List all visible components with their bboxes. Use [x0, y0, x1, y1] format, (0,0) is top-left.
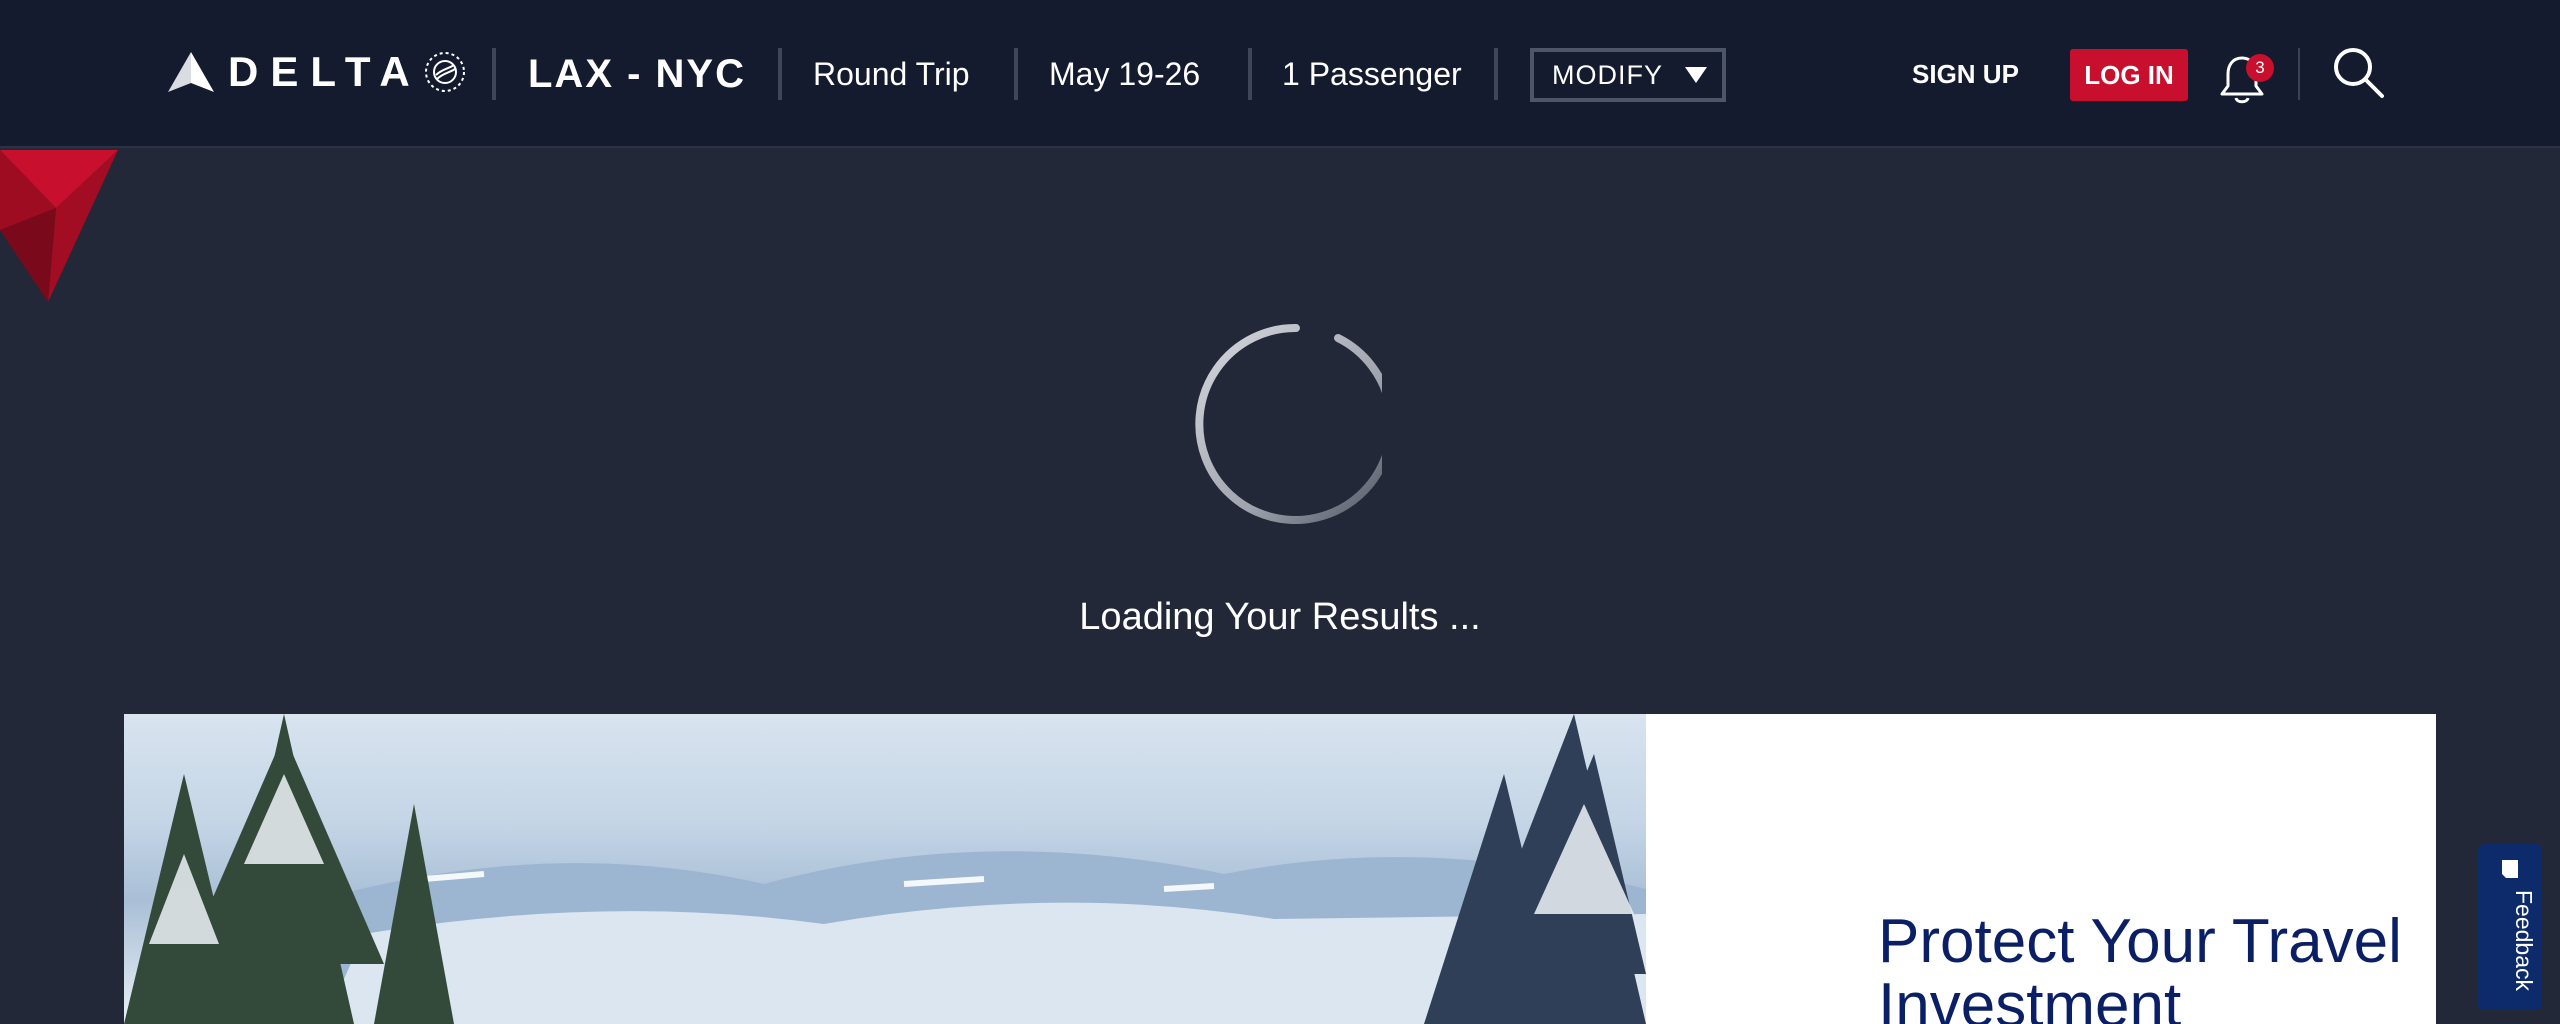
- feedback-label: Feedback: [2511, 890, 2537, 992]
- route-summary[interactable]: LAX - NYC: [528, 48, 746, 100]
- header-divider: [1014, 48, 1018, 100]
- brand-wordmark: DELTA: [228, 48, 422, 95]
- promo-card: Protect Your Travel Investment: [1646, 714, 2436, 1024]
- travel-dates[interactable]: May 19-26: [1049, 48, 1200, 100]
- feedback-icon: [2502, 860, 2518, 878]
- passenger-count[interactable]: 1 Passenger: [1282, 48, 1462, 100]
- winter-scene: [124, 714, 1646, 1024]
- top-header: DELTA LAX - NYC Round Trip May 19-26 1 P…: [0, 0, 2560, 148]
- notification-badge: 3: [2246, 54, 2274, 82]
- feedback-tab[interactable]: Feedback: [2478, 844, 2542, 1010]
- winter-landscape-image: [124, 714, 1646, 1024]
- travel-insurance-promo[interactable]: Protect Your Travel Investment: [124, 714, 2436, 1024]
- trip-type[interactable]: Round Trip: [813, 48, 970, 100]
- skyteam-icon: [424, 52, 465, 92]
- loading-spinner-icon: [1195, 323, 1382, 524]
- loading-message: Loading Your Results ...: [1079, 596, 1481, 638]
- sign-up-link[interactable]: SIGN UP: [1912, 52, 2019, 96]
- header-divider: [492, 48, 496, 100]
- header-divider: [1248, 48, 1252, 100]
- caret-down-icon: [1685, 67, 1707, 83]
- header-divider: [2298, 48, 2300, 100]
- delta-logo[interactable]: DELTA: [168, 44, 466, 100]
- header-divider: [778, 48, 782, 100]
- log-in-button[interactable]: LOG IN: [2070, 49, 2188, 101]
- search-icon[interactable]: [2330, 44, 2386, 100]
- delta-widget-mark: [0, 150, 118, 302]
- modify-search-button[interactable]: MODIFY: [1530, 48, 1726, 102]
- header-divider: [1494, 48, 1498, 100]
- delta-widget-logo-icon: [168, 52, 214, 92]
- promo-title: Protect Your Travel Investment: [1878, 907, 2402, 1024]
- modify-label: MODIFY: [1552, 59, 1663, 90]
